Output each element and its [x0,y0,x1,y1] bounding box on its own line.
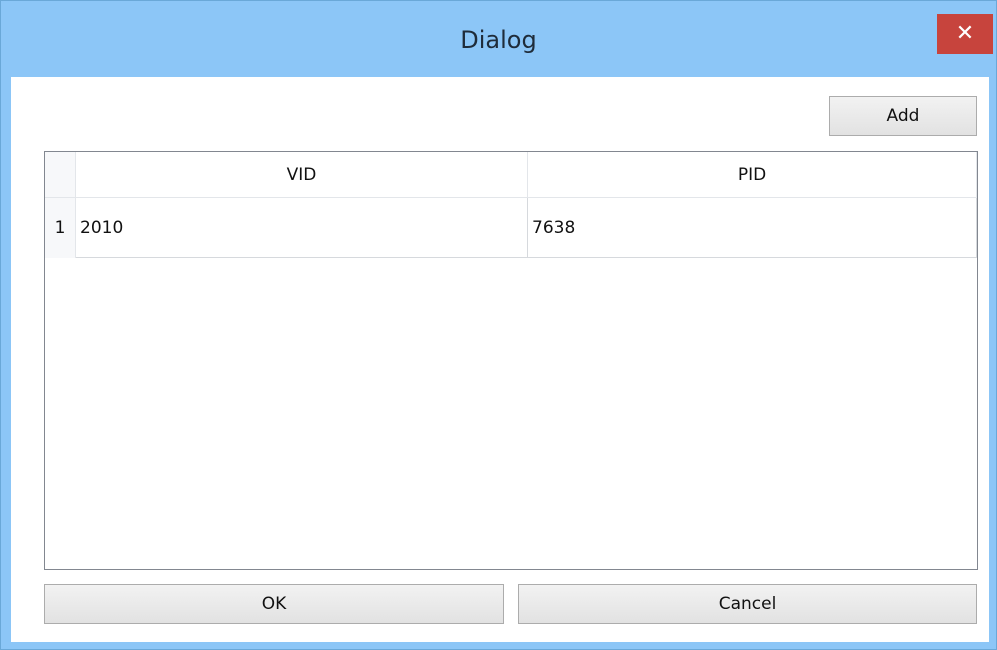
close-icon: ✕ [955,21,975,46]
row-header[interactable]: 1 [45,198,76,258]
column-header-pid[interactable]: PID [528,152,977,198]
ok-button[interactable]: OK [44,584,504,624]
cancel-button[interactable]: Cancel [518,584,977,624]
close-button[interactable]: ✕ [937,14,993,54]
dialog-content: Add VID PID 1 2010 7638 OK Cancel [11,77,989,642]
add-button[interactable]: Add [829,96,977,136]
table-cell-vid[interactable]: 2010 [76,198,528,258]
table-cell-pid[interactable]: 7638 [528,198,977,258]
column-header-vid[interactable]: VID [76,152,528,198]
title-bar[interactable]: Dialog ✕ [1,1,996,89]
window-title: Dialog [460,26,537,54]
dialog-window: Dialog ✕ Add VID PID 1 2010 7638 OK Canc… [0,0,997,650]
table-corner[interactable] [45,152,76,198]
vid-pid-table: VID PID 1 2010 7638 [44,151,978,570]
